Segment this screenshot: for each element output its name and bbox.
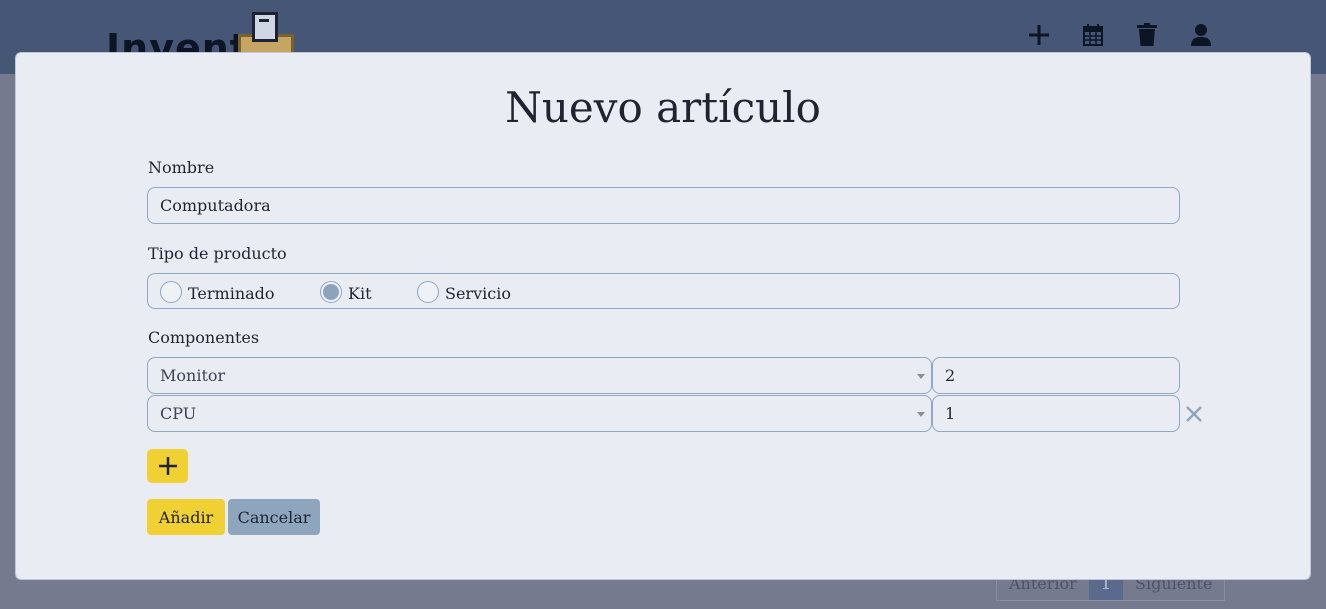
- calendar-icon[interactable]: [1080, 22, 1106, 48]
- radio-circle[interactable]: [417, 280, 439, 303]
- component-qty-input[interactable]: 2: [932, 357, 1180, 394]
- plus-icon: [158, 457, 177, 475]
- chevron-down-icon: [917, 374, 925, 379]
- radio-circle-checked[interactable]: [320, 280, 342, 303]
- radio-terminado[interactable]: Terminado: [160, 280, 275, 303]
- radio-label: Servicio: [445, 284, 511, 303]
- plus-icon[interactable]: [1026, 22, 1052, 48]
- component-select[interactable]: CPU: [147, 395, 932, 432]
- component-qty-input[interactable]: 1: [932, 395, 1180, 432]
- component-select-value: CPU: [160, 404, 197, 423]
- add-component-button[interactable]: [147, 449, 188, 483]
- product-type-label: Tipo de producto: [148, 244, 287, 263]
- name-input[interactable]: Computadora: [147, 187, 1180, 224]
- trash-icon[interactable]: [1134, 22, 1160, 48]
- radio-label: Kit: [348, 284, 372, 303]
- add-button[interactable]: Añadir: [147, 499, 225, 535]
- radio-circle[interactable]: [160, 280, 182, 303]
- modal-title: Nuevo artículo: [505, 83, 821, 132]
- component-select[interactable]: Monitor: [147, 357, 932, 394]
- header-actions: [1026, 22, 1214, 48]
- chevron-down-icon: [917, 412, 925, 417]
- radio-kit[interactable]: Kit: [320, 280, 372, 303]
- product-type-group: Terminado Kit Servicio: [147, 273, 1180, 309]
- cancel-button[interactable]: Cancelar: [228, 499, 320, 535]
- user-icon[interactable]: [1188, 22, 1214, 48]
- components-label: Componentes: [148, 328, 260, 347]
- radio-label: Terminado: [188, 284, 275, 303]
- component-select-value: Monitor: [160, 366, 226, 385]
- close-icon[interactable]: [1183, 403, 1205, 425]
- radio-servicio[interactable]: Servicio: [417, 280, 511, 303]
- name-label: Nombre: [148, 158, 215, 177]
- logo-box-graphic: [252, 12, 278, 42]
- new-item-modal: Nuevo artículo Nombre Computadora Tipo d…: [15, 52, 1311, 580]
